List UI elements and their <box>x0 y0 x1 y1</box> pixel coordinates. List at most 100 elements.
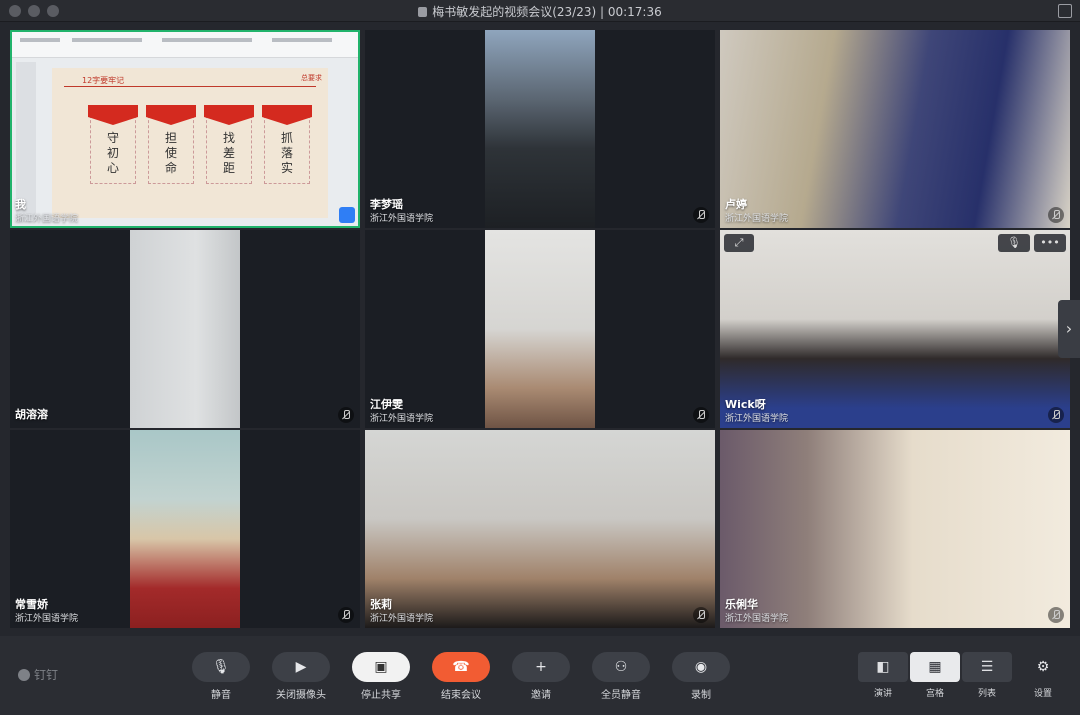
participant-tile[interactable]: 李梦瑶 浙江外国语学院 <box>365 30 715 228</box>
flag-icon <box>262 105 312 125</box>
speaker-layout-icon: ◧ <box>876 659 890 675</box>
end-meeting-button[interactable]: ☎ <box>432 652 490 682</box>
record-label: 录制 <box>691 690 711 701</box>
stop-share-button[interactable]: ▣ <box>352 652 410 682</box>
settings-button[interactable]: ⚙ <box>1028 652 1058 682</box>
flag-icon <box>88 105 138 125</box>
slide-card: 抓落实 <box>262 105 312 184</box>
participant-org: 浙江外国语学院 <box>725 614 789 624</box>
participant-tile-self[interactable]: 12字要牢记 总要求 守初心 担使命 找差距 抓落实 我 浙江外国语学院 <box>10 30 360 228</box>
flag-icon <box>204 105 254 125</box>
participant-tile[interactable]: 张莉 浙江外国语学院 <box>365 430 715 628</box>
list-layout-icon: ☰ <box>980 659 994 675</box>
participant-name: 江伊雯 <box>370 398 403 411</box>
participant-video <box>130 430 240 628</box>
slide-card: 找差距 <box>204 105 254 184</box>
microphone-icon[interactable]: 🎙 <box>998 234 1030 252</box>
participant-video <box>130 230 240 428</box>
participant-video <box>365 430 715 628</box>
participant-name: 我 <box>15 198 26 211</box>
slide-card: 担使命 <box>146 105 196 184</box>
participant-video <box>485 230 595 428</box>
participant-tile[interactable]: 常雪娇 浙江外国语学院 <box>10 430 360 628</box>
participant-org: 浙江外国语学院 <box>15 214 79 224</box>
screen-share-icon[interactable] <box>339 207 355 223</box>
muted-microphone-icon <box>1048 407 1064 423</box>
screen-share-icon: ▣ <box>374 659 388 675</box>
participant-video <box>720 30 1070 228</box>
participant-tile[interactable]: 胡溶溶 <box>10 230 360 428</box>
slide-card: 守初心 <box>88 105 138 184</box>
muted-microphone-icon <box>693 207 709 223</box>
window-title: 梅书敏发起的视频会议(23/23) | 00:17:36 <box>432 5 662 19</box>
speaker-layout-button[interactable]: ◧ <box>858 652 908 682</box>
record-icon: ◉ <box>694 659 708 675</box>
mute-label: 静音 <box>211 690 231 701</box>
next-page-chevron-icon[interactable]: › <box>1058 300 1080 358</box>
settings-label: 设置 <box>1033 689 1052 699</box>
turn-off-camera-label: 关闭摄像头 <box>276 690 326 701</box>
participant-tile[interactable]: 卢婷 浙江外国语学院 <box>720 30 1070 228</box>
invite-button[interactable]: + <box>512 652 570 682</box>
muted-microphone-icon <box>1048 607 1064 623</box>
phone-hangup-icon: ☎ <box>452 659 470 675</box>
participant-name: 常雪娇 <box>15 598 48 611</box>
expand-icon[interactable]: ⤢ <box>724 234 754 252</box>
end-meeting-label: 结束会议 <box>441 690 481 701</box>
invite-label: 邀请 <box>531 690 551 701</box>
muted-microphone-icon <box>338 407 354 423</box>
participant-org: 浙江外国语学院 <box>370 614 434 624</box>
participant-tile[interactable]: 乐俐华 浙江外国语学院 <box>720 430 1070 628</box>
participant-org: 浙江外国语学院 <box>725 214 789 224</box>
muted-microphone-icon <box>693 607 709 623</box>
mute-all-button[interactable]: ⚇ <box>592 652 650 682</box>
gear-icon: ⚙ <box>1036 659 1050 675</box>
more-options-icon[interactable]: ••• <box>1034 234 1066 252</box>
participant-video <box>720 230 1070 428</box>
participant-tile[interactable]: 江伊雯 浙江外国语学院 <box>365 230 715 428</box>
brand-label: 钉钉 <box>34 668 59 682</box>
participant-video <box>720 430 1070 628</box>
slide-title: 12字要牢记 <box>82 76 125 85</box>
fullscreen-icon[interactable] <box>1058 4 1072 18</box>
grid-layout-label: 宫格 <box>925 689 944 699</box>
participant-org: 浙江外国语学院 <box>725 414 789 424</box>
mute-button[interactable]: 🎙 <box>192 652 250 682</box>
participant-name: 卢婷 <box>725 198 747 211</box>
camera-icon: ▶ <box>295 659 307 675</box>
participant-video <box>485 30 595 228</box>
speaker-layout-label: 演讲 <box>873 689 892 699</box>
participant-org: 浙江外国语学院 <box>370 214 434 224</box>
meeting-toolbar: 钉钉 🎙 静音 ▶ 关闭摄像头 ▣ 停止共享 ☎ 结束会议 + 邀请 ⚇ 全员静… <box>0 636 1080 715</box>
participant-name: 胡溶溶 <box>15 408 48 421</box>
add-person-icon: + <box>535 659 547 675</box>
lock-icon <box>418 7 428 17</box>
presentation-slide: 12字要牢记 总要求 守初心 担使命 找差距 抓落实 <box>52 68 328 218</box>
mute-all-label: 全员静音 <box>601 690 641 701</box>
grid-layout-button[interactable]: ▦ <box>910 652 960 682</box>
participant-tile[interactable]: ⤢ 🎙 ••• Wick呀 浙江外国语学院 <box>720 230 1070 428</box>
mute-all-icon: ⚇ <box>614 659 628 675</box>
screen-share-preview: 12字要牢记 总要求 守初心 担使命 找差距 抓落实 <box>12 32 358 226</box>
list-layout-label: 列表 <box>977 689 996 699</box>
muted-microphone-icon <box>338 607 354 623</box>
video-grid: 12字要牢记 总要求 守初心 担使命 找差距 抓落实 我 浙江外国语学院 李梦瑶… <box>10 30 1070 630</box>
turn-off-camera-button[interactable]: ▶ <box>272 652 330 682</box>
participant-org: 浙江外国语学院 <box>15 614 79 624</box>
slide-corner-label: 总要求 <box>301 74 322 82</box>
stop-share-label: 停止共享 <box>361 690 401 701</box>
presentation-toolbar <box>12 32 358 58</box>
dingtalk-logo-icon <box>18 669 30 681</box>
record-button[interactable]: ◉ <box>672 652 730 682</box>
participant-org: 浙江外国语学院 <box>370 414 434 424</box>
video-meeting-window: 梅书敏发起的视频会议(23/23) | 00:17:36 12字要牢记 总要求 … <box>0 0 1080 715</box>
muted-microphone-icon <box>693 407 709 423</box>
grid-layout-icon: ▦ <box>928 659 942 675</box>
list-layout-button[interactable]: ☰ <box>962 652 1012 682</box>
microphone-icon: 🎙 <box>212 659 230 675</box>
flag-icon <box>146 105 196 125</box>
title-bar: 梅书敏发起的视频会议(23/23) | 00:17:36 <box>0 0 1080 22</box>
participant-name: 李梦瑶 <box>370 198 403 211</box>
participant-name: 张莉 <box>370 598 392 611</box>
participant-name: Wick呀 <box>725 398 766 411</box>
